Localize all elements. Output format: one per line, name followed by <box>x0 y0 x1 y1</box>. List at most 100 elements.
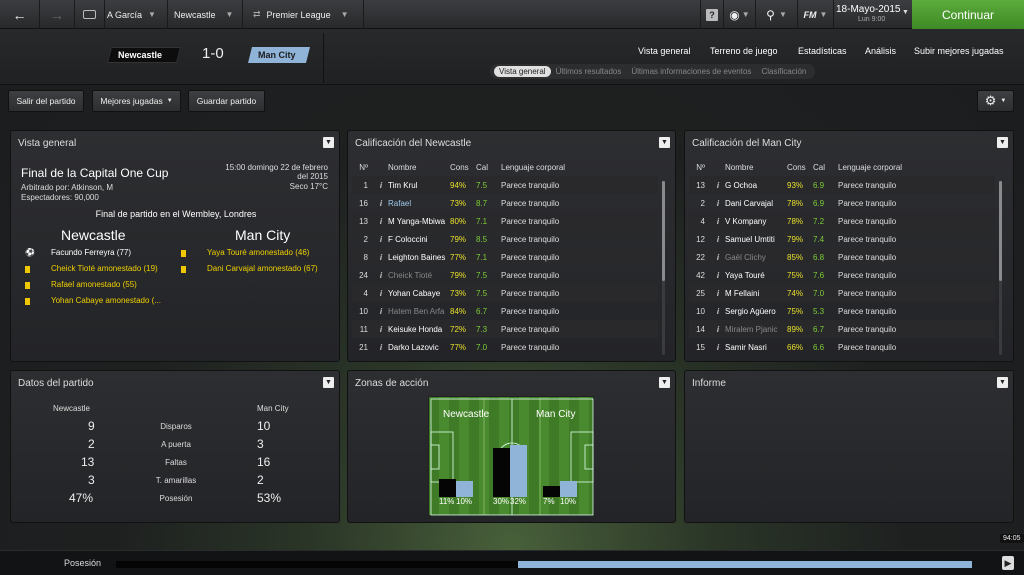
table-row[interactable]: 1 i Tim Krul 94% 7.5 Parece tranquilo <box>352 176 658 194</box>
table-row[interactable]: 25 i M Fellaini 74% 7.0 Parece tranquilo <box>689 284 995 302</box>
chevron-down-icon[interactable]: ▼ <box>902 9 909 16</box>
col-number[interactable]: Nº <box>352 163 374 172</box>
info-icon[interactable]: i <box>711 307 725 316</box>
away-event[interactable]: Yaya Touré amonestado (46) <box>207 248 309 257</box>
expand-icon[interactable]: ▶ <box>1002 556 1014 570</box>
table-row[interactable]: 21 i Darko Lazovic 77% 7.0 Parece tranquilo <box>352 338 658 356</box>
info-icon[interactable]: i <box>374 199 388 208</box>
table-row[interactable]: 11 i Keisuke Honda 72% 7.3 Parece tranquilo <box>352 320 658 338</box>
player-name[interactable]: G Ochoa <box>725 181 787 190</box>
home-team-badge[interactable]: Newcastle <box>107 47 181 63</box>
player-name[interactable]: Keisuke Honda <box>388 325 450 334</box>
chevron-down-icon[interactable]: ▼ <box>997 377 1008 388</box>
table-row[interactable]: 2 i Dani Carvajal 78% 6.9 Parece tranquilo <box>689 194 995 212</box>
col-number[interactable]: Nº <box>689 163 711 172</box>
current-date[interactable]: 18-Mayo-2015 <box>836 4 900 15</box>
player-name[interactable]: Tim Krul <box>388 181 450 190</box>
player-name[interactable]: Rafael <box>388 199 450 208</box>
player-name[interactable]: Gaël Clichy <box>725 253 787 262</box>
player-name[interactable]: Sergio Agüero <box>725 307 787 316</box>
col-cal[interactable]: Cal <box>813 163 838 172</box>
player-name[interactable]: Dani Carvajal <box>725 199 787 208</box>
subtab-ultimos-resultados[interactable]: Últimos resultados <box>551 66 627 77</box>
home-event[interactable]: Cheick Tioté amonestado (19) <box>51 264 158 273</box>
club-menu[interactable]: Newcastle ▼ <box>168 0 243 29</box>
info-icon[interactable]: i <box>374 271 388 280</box>
info-icon[interactable]: i <box>711 271 725 280</box>
home-event[interactable]: Yohan Cabaye amonestado (... <box>51 296 161 305</box>
gear-icon[interactable]: ⚙ ▼ <box>977 90 1014 112</box>
scrollbar[interactable] <box>662 181 665 355</box>
info-icon[interactable]: i <box>374 217 388 226</box>
player-name[interactable]: Yaya Touré <box>725 271 787 280</box>
table-row[interactable]: 22 i Gaël Clichy 85% 6.8 Parece tranquilo <box>689 248 995 266</box>
table-row[interactable]: 15 i Samir Nasri 66% 6.6 Parece tranquilo <box>689 338 995 356</box>
table-row[interactable]: 13 i G Ochoa 93% 6.9 Parece tranquilo <box>689 176 995 194</box>
fm-menu[interactable]: FM ▼ <box>798 0 834 29</box>
table-row[interactable]: 24 i Cheick Tioté 79% 7.5 Parece tranquilo <box>352 266 658 284</box>
player-name[interactable]: Yohan Cabaye <box>388 289 450 298</box>
home-event[interactable]: Rafael amonestado (55) <box>51 280 137 289</box>
help-icon[interactable]: ? <box>700 0 724 29</box>
table-row[interactable]: 2iF Coloccini 79% 8.5 Parece tranquilo <box>352 230 658 248</box>
home-event[interactable]: Facundo Ferreyra (77) <box>51 248 131 257</box>
info-icon[interactable]: i <box>711 181 725 190</box>
continue-button[interactable]: Continuar <box>912 0 1024 29</box>
table-row[interactable]: 42 i Yaya Touré 75% 7.6 Parece tranquilo <box>689 266 995 284</box>
subtab-ultimas-informaciones[interactable]: Últimas informaciones de eventos <box>626 66 756 77</box>
col-body-language[interactable]: Lenguaje corporal <box>838 163 902 172</box>
player-name[interactable]: M Fellaini <box>725 289 787 298</box>
chevron-down-icon[interactable]: ▼ <box>997 137 1008 148</box>
player-name[interactable]: Samuel Umtiti <box>725 235 787 244</box>
info-icon[interactable]: i <box>711 217 725 226</box>
search-icon[interactable]: ⚲ ▼ <box>756 0 798 29</box>
nav-terreno-de-juego[interactable]: Terreno de juego <box>710 46 778 56</box>
col-cal[interactable]: Cal <box>476 163 501 172</box>
chevron-down-icon[interactable]: ▼ <box>659 137 670 148</box>
player-name[interactable]: Hatem Ben Arfa <box>388 307 450 316</box>
info-icon[interactable]: i <box>374 307 388 316</box>
nav-subir-mejores-jugadas[interactable]: Subir mejores jugadas <box>914 46 1004 56</box>
forward-arrow-icon[interactable]: → <box>40 0 75 29</box>
save-match-button[interactable]: Guardar partido <box>188 90 265 112</box>
manager-menu[interactable]: A García ▼ <box>105 0 168 29</box>
chevron-down-icon[interactable]: ▼ <box>659 377 670 388</box>
info-icon[interactable]: i <box>711 289 725 298</box>
player-name[interactable]: M Yanga-Mbiwa <box>388 217 450 226</box>
player-name[interactable]: Leighton Baines <box>388 253 450 262</box>
info-icon[interactable]: i <box>374 253 388 262</box>
player-name[interactable]: Miralem Pjanic <box>725 325 787 334</box>
col-cons[interactable]: Cons <box>450 163 476 172</box>
scrollbar[interactable] <box>999 181 1002 355</box>
inbox-icon[interactable] <box>75 0 105 29</box>
table-row[interactable]: 16 i Rafael 73% 8.7 Parece tranquilo <box>352 194 658 212</box>
info-icon[interactable]: i <box>711 325 725 334</box>
info-icon[interactable]: i <box>374 289 388 298</box>
player-name[interactable]: Darko Lazovic <box>388 343 450 352</box>
subtab-clasificacion[interactable]: Clasificación <box>756 66 811 77</box>
table-row[interactable]: 13 i M Yanga-Mbiwa 80% 7.1 Parece tranquilo <box>352 212 658 230</box>
table-row[interactable]: 10 i Sergio Agüero 75% 5.3 Parece tranquilo <box>689 302 995 320</box>
info-icon[interactable]: i <box>374 235 388 244</box>
col-cons[interactable]: Cons <box>787 163 813 172</box>
chevron-down-icon[interactable]: ▼ <box>323 137 334 148</box>
nav-vista-general[interactable]: Vista general <box>638 46 690 56</box>
table-row[interactable]: 4iV Kompany 78% 7.2 Parece tranquilo <box>689 212 995 230</box>
table-row[interactable]: 4 i Yohan Cabaye 73% 7.5 Parece tranquilo <box>352 284 658 302</box>
info-icon[interactable]: i <box>711 253 725 262</box>
table-row[interactable]: 10 i Hatem Ben Arfa 84% 6.7 Parece tranquilo <box>352 302 658 320</box>
info-icon[interactable]: i <box>374 325 388 334</box>
table-row[interactable]: 8 i Leighton Baines 77% 7.1 Parece tranquilo <box>352 248 658 266</box>
back-arrow-icon[interactable]: ← <box>0 0 40 29</box>
info-icon[interactable]: i <box>711 199 725 208</box>
col-body-language[interactable]: Lenguaje corporal <box>501 163 565 172</box>
player-name[interactable]: Cheick Tioté <box>388 271 450 280</box>
leave-match-button[interactable]: Salir del partido <box>8 90 84 112</box>
highlights-button[interactable]: Mejores jugadas ▼ <box>92 90 181 112</box>
competition-menu[interactable]: ⇄ Premier League ▼ <box>243 0 364 29</box>
info-icon[interactable]: i <box>374 181 388 190</box>
away-event[interactable]: Dani Carvajal amonestado (67) <box>207 264 318 273</box>
info-icon[interactable]: i <box>711 235 725 244</box>
col-name[interactable]: Nombre <box>388 163 450 172</box>
table-row[interactable]: 12 i Samuel Umtiti 79% 7.4 Parece tranquilo <box>689 230 995 248</box>
